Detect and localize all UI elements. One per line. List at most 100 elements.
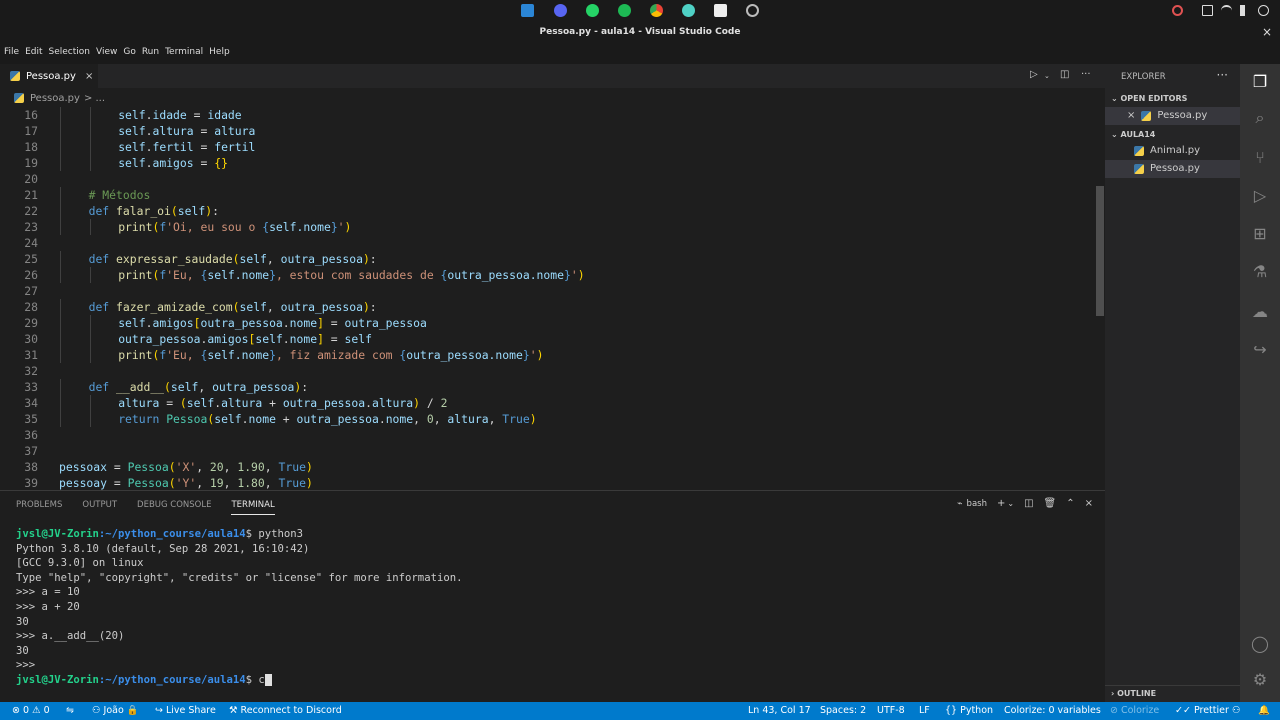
- user-status[interactable]: ⚇ João 🔒: [92, 705, 139, 716]
- code-line[interactable]: 19 self.amigos = {}: [0, 155, 1090, 171]
- menu-view[interactable]: View: [96, 47, 122, 57]
- discord-status[interactable]: ⚒ Reconnect to Discord: [229, 705, 342, 716]
- code-line[interactable]: 35 return Pessoa(self.nome + outra_pessoa…: [0, 411, 1090, 427]
- close-window-button[interactable]: ×: [1262, 25, 1272, 39]
- indentation-status[interactable]: Spaces: 2: [820, 705, 866, 716]
- terminal-output[interactable]: jvsl@JV-Zorin:~/python_course/aula14$ py…: [16, 527, 1096, 688]
- whatsapp-app-icon[interactable]: [586, 4, 599, 17]
- code-line[interactable]: 25 def expressar_saudade(self, outra_pess…: [0, 251, 1090, 267]
- colorize-vars-status[interactable]: Colorize: 0 variables: [1004, 705, 1101, 716]
- code-line[interactable]: 21 # Métodos: [0, 187, 1090, 203]
- feedback-icon[interactable]: ⚇: [1232, 705, 1241, 716]
- volume-icon[interactable]: [1240, 5, 1245, 16]
- menu-edit[interactable]: Edit: [25, 47, 47, 57]
- docker-icon[interactable]: ☁: [1250, 302, 1270, 322]
- split-terminal-icon[interactable]: ◫: [1024, 498, 1033, 509]
- kill-terminal-icon[interactable]: 🗑: [1044, 498, 1057, 509]
- manage-gear-icon[interactable]: ⚙: [1250, 670, 1270, 690]
- code-line[interactable]: 16 self.idade = idade: [0, 107, 1090, 123]
- problems-status[interactable]: ⊗ 0 ⚠ 0: [12, 705, 50, 716]
- tab-problems[interactable]: PROBLEMS: [16, 500, 62, 515]
- tab-output[interactable]: OUTPUT: [82, 500, 117, 515]
- code-line[interactable]: 24: [0, 235, 1090, 251]
- power-icon[interactable]: [1258, 5, 1269, 16]
- code-line[interactable]: 30 outra_pessoa.amigos[self.nome] = self: [0, 331, 1090, 347]
- code-line[interactable]: 26 print(f'Eu, {self.nome}, estou com sau…: [0, 267, 1090, 283]
- tab-terminal[interactable]: TERMINAL: [231, 500, 275, 515]
- code-line[interactable]: 37: [0, 443, 1090, 459]
- file-animal-py[interactable]: Animal.py: [1105, 142, 1240, 160]
- terminal-shell-label[interactable]: bash: [967, 499, 987, 509]
- code-line[interactable]: 34 altura = (self.altura + outra_pessoa.a…: [0, 395, 1090, 411]
- language-status[interactable]: {} Python: [945, 705, 993, 716]
- code-line[interactable]: 22 def falar_oi(self):: [0, 203, 1090, 219]
- live-share-icon[interactable]: ↪: [1250, 340, 1270, 360]
- menu-run[interactable]: Run: [142, 47, 164, 57]
- code-line[interactable]: 17 self.altura = altura: [0, 123, 1090, 139]
- run-debug-icon[interactable]: ▷: [1250, 186, 1270, 206]
- notifications-icon[interactable]: 🔔: [1258, 705, 1270, 716]
- code-line[interactable]: 20: [0, 171, 1090, 187]
- scrollbar-thumb[interactable]: [1096, 186, 1104, 316]
- notion-app-icon[interactable]: [714, 4, 727, 17]
- run-dropdown-icon[interactable]: ⌄: [1044, 72, 1050, 80]
- open-editor-pessoa-py[interactable]: × Pessoa.py: [1105, 107, 1240, 125]
- breadcrumb-more[interactable]: > ...: [84, 93, 105, 104]
- search-icon[interactable]: ⌕: [1250, 108, 1270, 128]
- display-icon[interactable]: [1202, 5, 1213, 16]
- sidebar-more-icon[interactable]: ···: [1217, 68, 1228, 82]
- code-line[interactable]: 33 def __add__(self, outra_pessoa):: [0, 379, 1090, 395]
- menu-selection[interactable]: Selection: [49, 47, 95, 57]
- chrome-app-icon[interactable]: [650, 4, 663, 17]
- code-line[interactable]: 38 pessoax = Pessoa('X', 20, 1.90, True): [0, 459, 1090, 475]
- vscode-app-icon[interactable]: [521, 4, 534, 17]
- menu-go[interactable]: Go: [123, 47, 140, 57]
- open-editors-section[interactable]: ⌄ OPEN EDITORS: [1105, 91, 1240, 107]
- code-line[interactable]: 23 print(f'Oi, eu sou o {self.nome}'): [0, 219, 1090, 235]
- folder-section[interactable]: ⌄ AULA14: [1105, 127, 1240, 143]
- remote-icon[interactable]: ⇋: [66, 705, 74, 716]
- spotify-app-icon[interactable]: [618, 4, 631, 17]
- tab-close-icon[interactable]: ×: [85, 71, 93, 82]
- live-share-status[interactable]: ↪ Live Share: [155, 705, 216, 716]
- code-line[interactable]: 36: [0, 427, 1090, 443]
- close-editor-icon[interactable]: ×: [1127, 107, 1135, 125]
- code-line[interactable]: 29 self.amigos[outra_pessoa.nome] = outra…: [0, 315, 1090, 331]
- colorize-status[interactable]: ⊘ Colorize: [1110, 705, 1159, 716]
- tab-pessoa-py[interactable]: Pessoa.py ×: [0, 64, 98, 88]
- split-editor-icon[interactable]: ◫: [1060, 69, 1069, 80]
- explorer-icon[interactable]: ❐: [1250, 72, 1270, 92]
- maximize-panel-icon[interactable]: ⌃: [1066, 498, 1074, 509]
- wifi-icon[interactable]: [1221, 5, 1232, 16]
- app-icon[interactable]: [682, 4, 695, 17]
- run-python-icon[interactable]: ▷: [1030, 69, 1038, 80]
- more-actions-icon[interactable]: ···: [1081, 69, 1091, 80]
- prettier-status[interactable]: ✓✓ Prettier: [1175, 705, 1229, 716]
- terminal-dropdown-icon[interactable]: ⌄: [1007, 499, 1014, 508]
- accounts-icon[interactable]: ◯: [1250, 634, 1270, 654]
- encoding-status[interactable]: UTF-8: [877, 705, 905, 716]
- code-line[interactable]: 27: [0, 283, 1090, 299]
- editor-scrollbar[interactable]: [1095, 106, 1105, 490]
- code-line[interactable]: 32: [0, 363, 1090, 379]
- code-editor[interactable]: 16 self.idade = idade 17 self.altura = altu…: [0, 106, 1095, 490]
- code-line[interactable]: 31 print(f'Eu, {self.nome}, fiz amizade c…: [0, 347, 1090, 363]
- close-panel-icon[interactable]: ×: [1085, 498, 1093, 509]
- menu-file[interactable]: File: [4, 47, 24, 57]
- code-line[interactable]: 18 self.fertil = fertil: [0, 139, 1090, 155]
- outline-section[interactable]: › OUTLINE: [1105, 685, 1240, 701]
- record-icon[interactable]: [1172, 5, 1183, 16]
- testing-icon[interactable]: ⚗: [1250, 262, 1270, 282]
- code-line[interactable]: 28 def fazer_amizade_com(self, outra_pess…: [0, 299, 1090, 315]
- file-pessoa-py[interactable]: Pessoa.py: [1105, 160, 1240, 178]
- extensions-icon[interactable]: ⊞: [1250, 224, 1270, 244]
- new-terminal-icon[interactable]: +: [997, 498, 1005, 509]
- settings-app-icon[interactable]: [746, 4, 759, 17]
- menu-help[interactable]: Help: [209, 47, 235, 57]
- code-line[interactable]: 39 pessoay = Pessoa('Y', 19, 1.80, True): [0, 475, 1090, 490]
- discord-app-icon[interactable]: [554, 4, 567, 17]
- breadcrumb-file[interactable]: Pessoa.py: [30, 93, 80, 104]
- cursor-position[interactable]: Ln 43, Col 17: [748, 705, 811, 716]
- menu-terminal[interactable]: Terminal: [165, 47, 208, 57]
- tab-debug-console[interactable]: DEBUG CONSOLE: [137, 500, 211, 515]
